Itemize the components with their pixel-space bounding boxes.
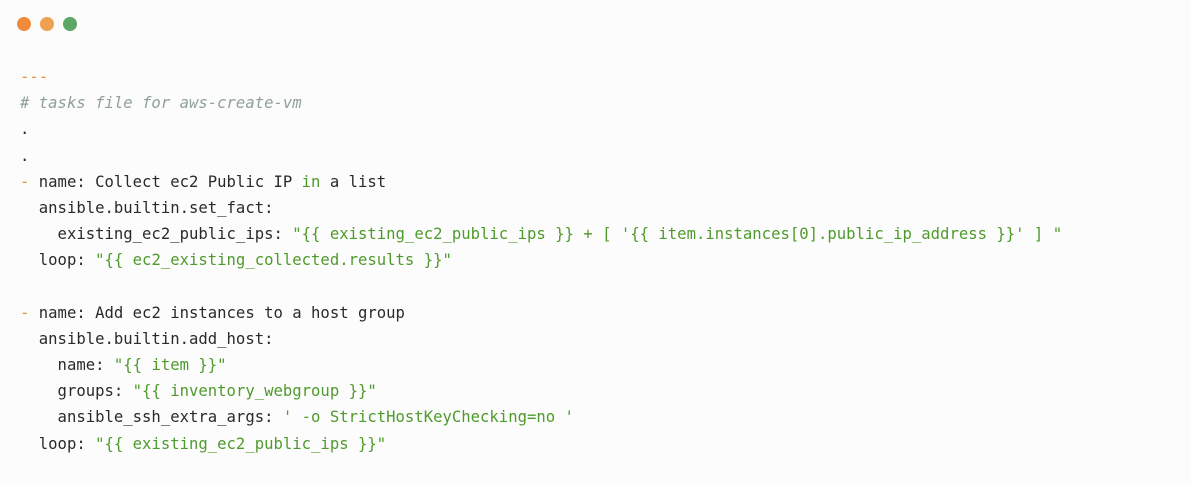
- code-token-str: "{{ item }}": [113, 356, 227, 375]
- code-line: existing_ec2_public_ips: "{{ existing_ec…: [20, 221, 1063, 247]
- minimize-dot-icon[interactable]: [40, 17, 54, 31]
- code-line: ansible_ssh_extra_args: ' -o StrictHostK…: [20, 404, 1062, 430]
- code-token-text: .: [20, 120, 30, 139]
- code-line: name: "{{ item }}": [20, 352, 1062, 378]
- code-line: # tasks file for aws-create-vm: [20, 90, 1062, 116]
- code-line: .: [20, 143, 1062, 169]
- code-token-key: ansible.builtin.set_fact:: [20, 198, 274, 217]
- code-token-str: "{{ ec2_existing_collected.results }}": [95, 251, 452, 270]
- code-line: groups: "{{ inventory_webgroup }}": [20, 378, 1062, 404]
- code-token-kw: in: [301, 172, 321, 191]
- code-token-text: .: [20, 146, 30, 165]
- code-line: ansible.builtin.add_host:: [20, 326, 1062, 352]
- code-token-comment: # tasks file for aws-create-vm: [20, 94, 302, 113]
- code-window: --- # tasks file for aws-create-vm.. - nam…: [0, 0, 1191, 484]
- code-token-key: ansible_ssh_extra_args:: [20, 408, 283, 427]
- code-token-str: "{{ existing_ec2_public_ips }} + [ '{{ i…: [292, 225, 1063, 244]
- code-token-dash: -: [20, 303, 39, 322]
- close-dot-icon[interactable]: [17, 17, 31, 31]
- code-line: - name: Add ec2 instances to a host grou…: [20, 300, 1062, 326]
- code-token-key: name: Add ec2 instances to a host group: [38, 303, 405, 322]
- code-token-str: "{{ inventory_webgroup }}": [132, 382, 377, 401]
- code-token-dash: ---: [20, 68, 49, 86]
- code-token-key: name:: [20, 356, 114, 375]
- window-controls: [17, 17, 77, 31]
- code-token-key: groups:: [20, 382, 133, 401]
- code-line: .: [20, 116, 1062, 142]
- code-token-key: existing_ec2_public_ips:: [20, 225, 293, 244]
- code-line: - name: Collect ec2 Public IP in a list: [20, 169, 1062, 195]
- code-line: ---: [20, 64, 1062, 90]
- code-token-str: ' -o StrictHostKeyChecking=no ': [282, 408, 574, 427]
- code-line: loop: "{{ existing_ec2_public_ips }}": [20, 431, 1062, 457]
- code-token-key: name: Collect ec2 Public IP: [38, 172, 302, 191]
- code-token-key: loop:: [20, 434, 96, 453]
- code-line: ansible.builtin.set_fact:: [20, 195, 1062, 221]
- code-line: loop: "{{ ec2_existing_collected.results…: [20, 247, 1062, 273]
- maximize-dot-icon[interactable]: [63, 17, 77, 31]
- code-token-key: loop:: [20, 251, 96, 270]
- code-token-key: a list: [320, 172, 387, 191]
- code-token-key: ansible.builtin.add_host:: [20, 329, 274, 348]
- code-token-dash: -: [20, 172, 39, 191]
- code-token-str: "{{ existing_ec2_public_ips }}": [95, 434, 387, 453]
- code-block: --- # tasks file for aws-create-vm.. - nam…: [20, 64, 1062, 457]
